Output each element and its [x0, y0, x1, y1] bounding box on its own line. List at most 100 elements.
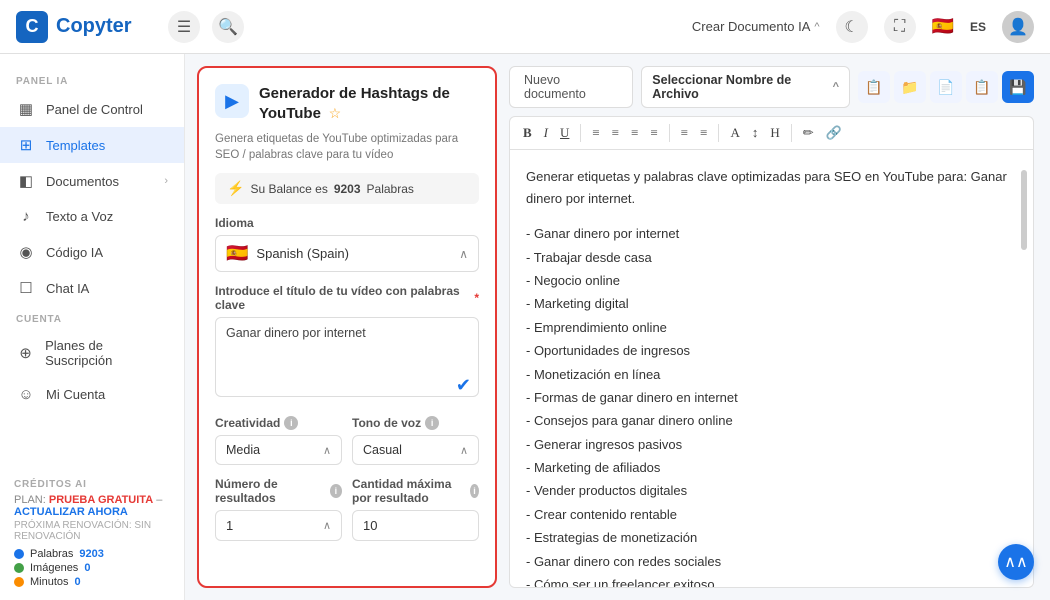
sidebar-item-panel-control[interactable]: ▦ Panel de Control	[0, 91, 184, 127]
editor-icon-buttons: 📋 📁 📄 📋 💾	[858, 71, 1034, 103]
scroll-up-button[interactable]: ∧∧	[998, 544, 1034, 580]
credit-row-imagenes: Imágenes 0	[14, 562, 170, 574]
minutos-count: 0	[75, 576, 81, 588]
toolbar-divider-4	[791, 124, 792, 142]
save-button[interactable]: 💾	[1002, 71, 1034, 103]
sidebar-item-chat-ia[interactable]: ☐ Chat IA	[0, 270, 184, 306]
bold-button[interactable]: B	[518, 122, 537, 144]
doc-button[interactable]: 📄	[930, 71, 962, 103]
list-item: - Ganar dinero con redes sociales	[526, 550, 1017, 573]
list-item: - Formas de ganar dinero en internet	[526, 386, 1017, 409]
lang-left: 🇪🇸 Spanish (Spain)	[226, 243, 349, 264]
num-results-info-icon[interactable]: i	[330, 484, 342, 498]
paste-button[interactable]: 📋	[966, 71, 998, 103]
folder-button[interactable]: 📁	[894, 71, 926, 103]
moon-button[interactable]: ☾	[836, 11, 868, 43]
line-height-button[interactable]: ↕	[747, 122, 764, 144]
main-layout: PANEL IA ▦ Panel de Control ⊞ Templates …	[0, 54, 1050, 600]
sidebar-section-account: CUENTA	[0, 306, 184, 329]
ordered-list-button[interactable]: ≡	[695, 122, 712, 144]
language-label: ES	[970, 20, 986, 34]
underline-button[interactable]: U	[555, 122, 574, 144]
sidebar-item-documentos[interactable]: ◧ Documentos ›	[0, 163, 184, 199]
num-results-row: Número de resultados i 1 ∧ Cantidad máxi…	[215, 477, 479, 541]
star-icon[interactable]: ☆	[329, 105, 342, 121]
sidebar: PANEL IA ▦ Panel de Control ⊞ Templates …	[0, 54, 185, 600]
palabras-dot	[14, 549, 24, 559]
list-button[interactable]: ≡	[676, 122, 693, 144]
list-item: - Emprendimiento online	[526, 316, 1017, 339]
sidebar-item-label: Chat IA	[46, 281, 89, 296]
sidebar-item-templates[interactable]: ⊞ Templates	[0, 127, 184, 163]
crear-documento-label[interactable]: Crear Documento IA ^	[692, 19, 820, 34]
user-avatar[interactable]: 👤	[1002, 11, 1034, 43]
max-qty-info-icon[interactable]: i	[470, 484, 479, 498]
editor-intro-text: Generar etiquetas y palabras clave optim…	[526, 166, 1017, 210]
form-title: Generador de Hashtags de YouTube	[259, 85, 450, 122]
list-item: - Vender productos digitales	[526, 479, 1017, 502]
creatividad-select[interactable]: Media ∧	[215, 435, 342, 465]
italic-button[interactable]: I	[539, 122, 553, 144]
app-logo: C Copyter	[16, 11, 156, 43]
editor-toolbar: B I U ≡ ≡ ≡ ≡ ≡ ≡ A ↕ H ✏ 🔗	[509, 116, 1034, 150]
hamburger-button[interactable]: ☰	[168, 11, 200, 43]
code-icon: ◉	[16, 243, 36, 261]
topbar-right: Crear Documento IA ^ ☾ ⛶ 🇪🇸 ES 👤	[692, 11, 1034, 43]
imagenes-count: 0	[84, 562, 90, 574]
document-icon: ◧	[16, 172, 36, 190]
link-button[interactable]: 🔗	[821, 122, 847, 144]
toolbar-divider	[580, 124, 581, 142]
plan-name: PRUEBA GRATUITA	[49, 494, 153, 506]
expand-button[interactable]: ⛶	[884, 11, 916, 43]
sidebar-item-label: Texto a Voz	[46, 209, 113, 224]
form-panel: ▶ Generador de Hashtags de YouTube ☆ Gen…	[197, 66, 497, 588]
toolbar-divider-2	[669, 124, 670, 142]
sidebar-item-planes[interactable]: ⊕ Planes de Suscripción	[0, 329, 184, 377]
form-description: Genera etiquetas de YouTube optimizadas …	[215, 131, 479, 163]
num-results-input[interactable]: 1 ∧	[215, 510, 342, 541]
heading-button[interactable]: H	[765, 122, 784, 144]
scrollbar-thumb[interactable]	[1021, 170, 1027, 250]
tono-info-icon[interactable]: i	[425, 416, 439, 430]
imagenes-dot	[14, 563, 24, 573]
list-item: - Generar ingresos pasivos	[526, 433, 1017, 456]
titulo-input[interactable]: Ganar dinero por internet	[215, 317, 479, 397]
audio-icon: ♪	[16, 208, 36, 225]
titulo-label: Introduce el título de tu vídeo con pala…	[215, 284, 479, 312]
tono-select[interactable]: Casual ∧	[352, 435, 479, 465]
editor-panel: Nuevo documento Seleccionar Nombre de Ar…	[497, 54, 1050, 600]
content-area: ▶ Generador de Hashtags de YouTube ☆ Gen…	[185, 54, 1050, 600]
new-document-tab[interactable]: Nuevo documento	[509, 66, 633, 108]
search-button[interactable]: 🔍	[212, 11, 244, 43]
justify-button[interactable]: ≡	[645, 122, 662, 144]
creatividad-info-icon[interactable]: i	[284, 416, 298, 430]
scrollbar-track	[1021, 150, 1029, 587]
align-left-button[interactable]: ≡	[587, 122, 604, 144]
list-item: - Estrategias de monetización	[526, 526, 1017, 549]
creatividad-col: Creatividad i Media ∧	[215, 416, 342, 465]
sidebar-item-label: Código IA	[46, 245, 103, 260]
editor-content[interactable]: Generar etiquetas y palabras clave optim…	[509, 150, 1034, 588]
upgrade-link[interactable]: ACTUALIZAR AHORA	[14, 506, 128, 518]
align-right-button[interactable]: ≡	[626, 122, 643, 144]
file-name-select[interactable]: Seleccionar Nombre de Archivo ^	[641, 66, 850, 108]
list-item: - Negocio online	[526, 269, 1017, 292]
list-item: - Trabajar desde casa	[526, 246, 1017, 269]
idioma-label: Idioma	[215, 216, 479, 230]
creatividad-tono-row: Creatividad i Media ∧ Tono de voz i Casu…	[215, 416, 479, 465]
sidebar-item-label: Planes de Suscripción	[45, 338, 168, 368]
credit-row-minutos: Minutos 0	[14, 576, 170, 588]
copy-button[interactable]: 📋	[858, 71, 890, 103]
language-select[interactable]: 🇪🇸 Spanish (Spain) ∧	[215, 235, 479, 272]
font-color-button[interactable]: A	[725, 122, 744, 144]
plan-line: PLAN: PRUEBA GRATUITA – ACTUALIZAR AHORA	[14, 494, 170, 518]
max-qty-input[interactable]: 10	[352, 510, 479, 541]
num-results-col: Número de resultados i 1 ∧	[215, 477, 342, 541]
sidebar-item-texto-voz[interactable]: ♪ Texto a Voz	[0, 199, 184, 234]
sidebar-item-codigo-ia[interactable]: ◉ Código IA	[0, 234, 184, 270]
align-center-button[interactable]: ≡	[607, 122, 624, 144]
sidebar-item-mi-cuenta[interactable]: ☺ Mi Cuenta	[0, 377, 184, 412]
pen-button[interactable]: ✏	[798, 122, 819, 144]
balance-badge: ⚡ Su Balance es 9203 Palabras	[215, 173, 479, 204]
titulo-textarea-row: Ganar dinero por internet ✔	[215, 317, 479, 404]
